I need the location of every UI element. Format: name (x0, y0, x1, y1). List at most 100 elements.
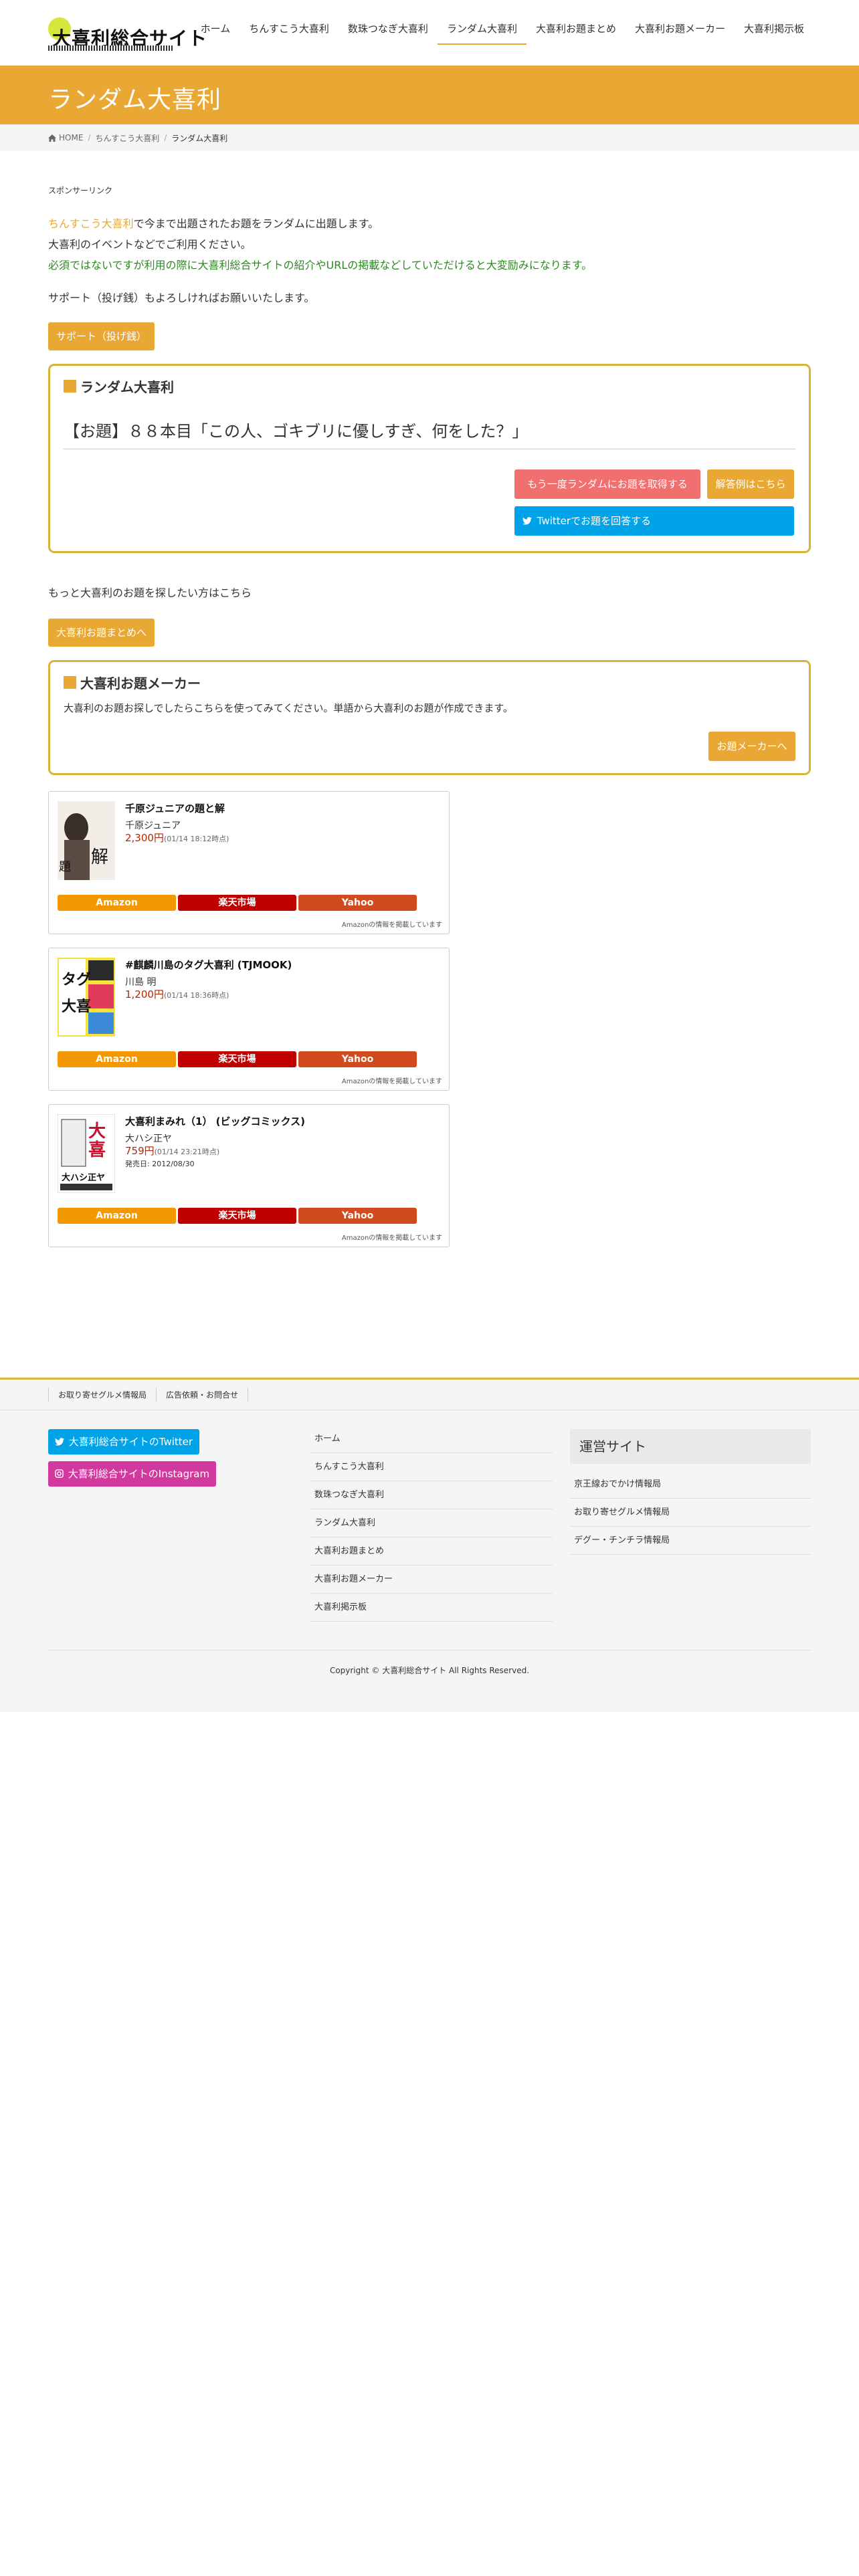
nav-chinsukou[interactable]: ちんすこう大喜利 (240, 19, 339, 45)
svg-text:喜: 喜 (88, 1140, 106, 1160)
random-box-title: ランダム大喜利 (64, 377, 174, 396)
product-title[interactable]: 千原ジュニアの題と解 (125, 801, 225, 815)
footer-link-gourmet[interactable]: お取り寄せグルメ情報局 (48, 1388, 156, 1402)
nav-maker[interactable]: 大喜利お題メーカー (626, 19, 735, 45)
yahoo-button[interactable]: Yahoo (298, 1208, 417, 1224)
product-price-value: 2,300円 (125, 832, 164, 844)
footer-link-bar: お取り寄せグルメ情報局 広告依頼・お問合せ (0, 1380, 859, 1410)
book-cover-image[interactable]: 解 題 (58, 801, 115, 880)
footer-instagram-button[interactable]: 大喜利総合サイトのInstagram (48, 1461, 217, 1487)
product-store-buttons: Amazon 楽天市場 Yahoo (58, 895, 419, 911)
twitter-bird-icon (522, 517, 532, 525)
maker-description: 大喜利のお題お探しでしたらこちらを使ってみてください。単語から大喜利のお題が作成… (64, 702, 513, 714)
product-price-value: 759円 (125, 1145, 155, 1157)
instagram-icon (55, 1469, 64, 1478)
maker-box-title-text: 大喜利お題メーカー (80, 675, 201, 691)
operated-sites-title: 運営サイト (570, 1429, 811, 1464)
nav-random[interactable]: ランダム大喜利 (437, 19, 527, 45)
square-bullet-icon (64, 380, 76, 393)
sponsor-label: スポンサーリンク (48, 186, 113, 195)
yahoo-button[interactable]: Yahoo (298, 895, 417, 911)
intro-line3: 必須ではないですが利用の際に大喜利総合サイトの紹介やURLの掲載などしていただけ… (48, 259, 593, 272)
nav-home[interactable]: ホーム (191, 19, 240, 45)
main-content: スポンサーリンク ちんすこう大喜利で今まで出題されたお題をランダムに出題します。… (0, 185, 859, 1247)
product-author: 千原ジュニア (125, 821, 181, 831)
footer-nav-home[interactable]: ホーム (310, 1425, 553, 1453)
product-price-time: (01/14 18:36時点) (163, 991, 229, 1000)
nav-juzu[interactable]: 数珠つなぎ大喜利 (339, 19, 438, 45)
product-title[interactable]: #麒麟川島のタグ大喜利 (TJMOOK) (125, 958, 292, 972)
footer-twitter-button[interactable]: 大喜利総合サイトのTwitter (48, 1429, 200, 1455)
site-footer: お取り寄せグルメ情報局 広告依頼・お問合せ 大喜利総合サイトのTwitter 大… (0, 1378, 859, 1712)
twitter-answer-label: Twitterでお題を回答する (537, 515, 652, 527)
rakuten-button[interactable]: 楽天市場 (178, 1051, 296, 1067)
amazon-button[interactable]: Amazon (58, 895, 176, 911)
operated-site-keio[interactable]: 京王線おでかけ情報局 (570, 1471, 811, 1499)
footer-nav-juzu[interactable]: 数珠つなぎ大喜利 (310, 1481, 553, 1509)
page-title-band: ランダム大喜利 (0, 66, 859, 124)
footer-nav-random[interactable]: ランダム大喜利 (310, 1509, 553, 1537)
amazon-button[interactable]: Amazon (58, 1208, 176, 1224)
logo-grass-graphic (48, 45, 174, 51)
intro-chinsukou-link[interactable]: ちんすこう大喜利 (48, 217, 134, 230)
odai-text: 【お題】８８本目「この人、ゴキブリに優しすぎ、何をした？」 (64, 422, 529, 441)
nav-matome[interactable]: 大喜利お題まとめ (527, 19, 626, 45)
site-logo[interactable]: 大喜利総合サイト (48, 17, 207, 52)
footer-operated-sites: 運営サイト 京王線おでかけ情報局 お取り寄せグルメ情報局 デグー・チンチラ情報局 (570, 1429, 811, 1555)
product-title[interactable]: 大喜利まみれ（1） (ビッグコミックス) (125, 1114, 305, 1128)
book-cover-image[interactable]: タグ 大喜 (58, 958, 115, 1037)
more-odai-text: もっと大喜利のお題を探したい方はこちら (48, 586, 252, 599)
svg-text:解: 解 (91, 847, 108, 867)
product-card: 解 題 千原ジュニアの題と解 千原ジュニア 2,300円(01/14 18:12… (48, 791, 450, 934)
svg-text:タグ: タグ (62, 971, 91, 988)
breadcrumb-parent[interactable]: ちんすこう大喜利 (95, 132, 159, 144)
footer-link-contact[interactable]: 広告依頼・お問合せ (156, 1388, 249, 1402)
nav-board[interactable]: 大喜利掲示板 (735, 19, 814, 45)
random-odai-box: ランダム大喜利 【お題】８８本目「この人、ゴキブリに優しすぎ、何をした？」 もう… (48, 364, 811, 553)
rakuten-button[interactable]: 楽天市場 (178, 895, 296, 911)
maker-box-title: 大喜利お題メーカー (64, 673, 201, 692)
product-release-date: 発売日: 2012/08/30 (125, 1160, 195, 1168)
answer-example-button[interactable]: 解答例はこちら (707, 469, 794, 499)
operated-site-gourmet[interactable]: お取り寄せグルメ情報局 (570, 1499, 811, 1527)
breadcrumb-home[interactable]: HOME (59, 133, 83, 142)
product-price-time: (01/14 18:12時点) (163, 835, 229, 843)
intro-line1: で今まで出題されたお題をランダムに出題します。 (133, 217, 379, 230)
home-icon (48, 134, 56, 142)
footer-nav-maker[interactable]: 大喜利お題メーカー (310, 1566, 553, 1594)
product-card: タグ 大喜 #麒麟川島のタグ大喜利 (TJMOOK) 川島 明 1,200円(0… (48, 948, 450, 1091)
support-button[interactable]: サポート（投げ銭） (48, 322, 155, 350)
product-note: Amazonの情報を掲載しています (341, 922, 442, 929)
product-note: Amazonの情報を掲載しています (341, 1078, 442, 1085)
square-bullet-icon (64, 676, 76, 689)
support-text: サポート（投げ銭）もよろしければお願いいたします。 (48, 292, 315, 304)
global-nav: ホーム ちんすこう大喜利 数珠つなぎ大喜利 ランダム大喜利 大喜利お題まとめ 大… (191, 19, 814, 45)
product-card: 大 喜 大ハシ正ヤ 大喜利まみれ（1） (ビッグコミックス) 大ハシ正ヤ 759… (48, 1104, 450, 1247)
odai-maker-box: 大喜利お題メーカー 大喜利のお題お探しでしたらこちらを使ってみてください。単語か… (48, 660, 811, 775)
odai-matome-button[interactable]: 大喜利お題まとめへ (48, 619, 155, 647)
operated-site-degu[interactable]: デグー・チンチラ情報局 (570, 1527, 811, 1555)
twitter-bird-icon (55, 1438, 64, 1446)
twitter-answer-button[interactable]: Twitterでお題を回答する (514, 506, 794, 536)
footer-instagram-label: 大喜利総合サイトのInstagram (68, 1468, 210, 1480)
refresh-odai-button[interactable]: もう一度ランダムにお題を取得する (514, 469, 700, 499)
page-title: ランダム大喜利 (48, 86, 222, 114)
product-price-time: (01/14 23:21時点) (154, 1148, 220, 1156)
footer-nav-chinsukou[interactable]: ちんすこう大喜利 (310, 1453, 553, 1481)
svg-text:大喜: 大喜 (62, 998, 91, 1015)
footer-nav-matome[interactable]: 大喜利お題まとめ (310, 1537, 553, 1566)
svg-text:大ハシ正ヤ: 大ハシ正ヤ (62, 1172, 105, 1183)
site-header: 大喜利総合サイト ホーム ちんすこう大喜利 数珠つなぎ大喜利 ランダム大喜利 大… (0, 0, 859, 66)
odai-maker-button[interactable]: お題メーカーへ (708, 732, 795, 761)
book-cover-image[interactable]: 大 喜 大ハシ正ヤ (58, 1114, 115, 1193)
footer-nav-board[interactable]: 大喜利掲示板 (310, 1594, 553, 1622)
product-price: 2,300円(01/14 18:12時点) (125, 831, 229, 845)
amazon-button[interactable]: Amazon (58, 1051, 176, 1067)
rakuten-button[interactable]: 楽天市場 (178, 1208, 296, 1224)
intro-text: ちんすこう大喜利で今まで出題されたお題をランダムに出題します。 大喜利のイベント… (48, 213, 811, 276)
svg-text:題: 題 (59, 860, 71, 874)
product-price: 759円(01/14 23:21時点) (125, 1144, 219, 1158)
product-price-value: 1,200円 (125, 988, 164, 1000)
intro-line2: 大喜利のイベントなどでご利用ください。 (48, 238, 252, 251)
yahoo-button[interactable]: Yahoo (298, 1051, 417, 1067)
